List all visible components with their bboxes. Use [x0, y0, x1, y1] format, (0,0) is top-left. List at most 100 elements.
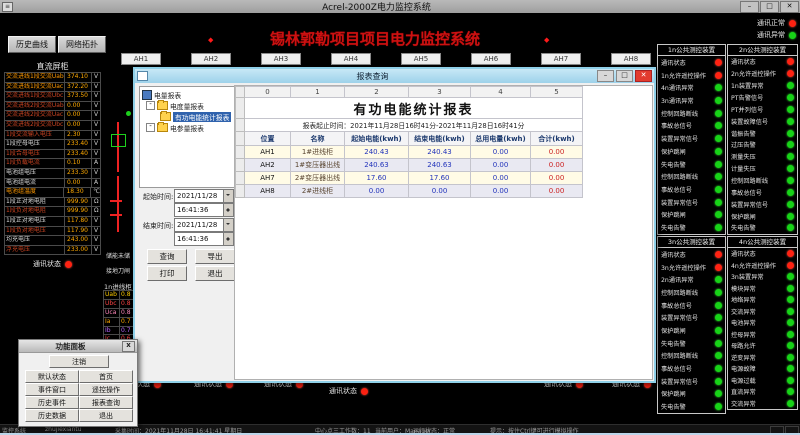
alarm-item[interactable]: 控制回路断线 [728, 175, 797, 187]
function-button-1[interactable]: 首页 [79, 370, 133, 383]
tree-expand-icon[interactable] [146, 101, 155, 110]
report-column-index[interactable]: 3 [409, 87, 471, 98]
alarm-item[interactable]: 通讯状态 [728, 248, 797, 260]
alarm-item[interactable]: 电源故障 [728, 363, 797, 375]
history-curve-button[interactable]: 历史曲线 [8, 36, 56, 53]
alarm-item[interactable]: 装置异常信号 [658, 375, 725, 388]
alarm-item[interactable]: 4n允许遥控操作 [728, 260, 797, 272]
function-button-5[interactable]: 报表查询 [79, 396, 133, 409]
alarm-item[interactable]: 通讯状态 [658, 248, 725, 261]
alarm-item[interactable]: 4n通讯异常 [658, 81, 725, 94]
alarm-item[interactable]: 通讯状态 [728, 56, 797, 68]
alarm-item[interactable]: 控母异常 [728, 329, 797, 341]
alarm-item[interactable]: 直流异常 [728, 386, 797, 398]
alarm-item[interactable]: PT告警信号 [728, 92, 797, 104]
alarm-item[interactable]: 控制回路断线 [658, 286, 725, 299]
function-panel-close-icon[interactable]: x [122, 341, 135, 352]
alarm-item[interactable]: 模块异常 [728, 283, 797, 295]
alarm-item[interactable]: 逆变异常 [728, 352, 797, 364]
report-data-row[interactable]: AH72#变压器出线17.6017.600.000.00 [236, 172, 583, 185]
alarm-item[interactable]: 3n装置异常 [728, 271, 797, 283]
alarm-item[interactable]: 控制回路断线 [658, 107, 725, 120]
alarm-item[interactable]: 地络异常 [728, 294, 797, 306]
alarm-item[interactable]: 3n允许遥控操作 [658, 261, 725, 274]
dropdown-arrow-icon[interactable] [223, 219, 233, 231]
alarm-item[interactable]: 保护跳闸 [658, 388, 725, 401]
alarm-item[interactable]: 保护跳闸 [658, 209, 725, 222]
spinner-arrows-icon[interactable] [223, 233, 233, 245]
alarm-item[interactable]: 失电告警 [728, 222, 797, 234]
report-column-index[interactable]: 2 [345, 87, 409, 98]
end-date-combo[interactable]: 2021/11/28 [174, 218, 234, 232]
alarm-item[interactable]: 失电告警 [658, 337, 725, 350]
alarm-item[interactable]: 保护跳闸 [658, 145, 725, 158]
alarm-item[interactable]: 过压告警 [728, 139, 797, 151]
tree-expand-icon[interactable] [146, 123, 155, 132]
window-menu-icon[interactable]: ≡ [2, 2, 13, 12]
alarm-item[interactable]: 3n通讯异常 [658, 94, 725, 107]
alarm-item[interactable]: 事故总信号 [658, 299, 725, 312]
query-button[interactable]: 查询 [147, 249, 187, 264]
alarm-item[interactable]: 交流异常 [728, 306, 797, 318]
alarm-item[interactable]: 失电告警 [658, 158, 725, 171]
spinner-arrows-icon[interactable] [223, 204, 233, 216]
function-button-3[interactable]: 遥控操作 [79, 383, 133, 396]
alarm-item[interactable]: 装置故障信号 [728, 115, 797, 127]
report-data-row[interactable]: AH82#进线柜0.000.000.000.00 [236, 185, 583, 198]
alarm-item[interactable]: 电池异常 [728, 317, 797, 329]
alarm-item[interactable]: 失电告警 [658, 221, 725, 234]
report-column-header[interactable]: 起始电能(kwh) [345, 132, 409, 146]
alarm-item[interactable]: 事故总信号 [658, 362, 725, 375]
alarm-item[interactable]: 测量失压 [728, 151, 797, 163]
alarm-item[interactable]: 母路允许 [728, 340, 797, 352]
alarm-item[interactable]: 控制回路断线 [658, 170, 725, 183]
dialog-minimize-button[interactable]: – [597, 70, 614, 82]
report-column-index[interactable]: 4 [471, 87, 531, 98]
print-button[interactable]: 打印 [147, 266, 187, 281]
alarm-item[interactable]: 控制回路断线 [658, 350, 725, 363]
tree-node-energy-reports[interactable]: 电度量报表 [140, 100, 235, 111]
alarm-item[interactable]: 装置异常信号 [658, 196, 725, 209]
report-column-header[interactable]: 结束电能(kwh) [409, 132, 471, 146]
export-button[interactable]: 导出 [195, 249, 235, 264]
dropdown-arrow-icon[interactable] [223, 190, 233, 202]
report-column-header[interactable]: 位置 [245, 132, 291, 146]
report-column-header[interactable]: 总用电量(kwh) [471, 132, 531, 146]
start-date-combo[interactable]: 2021/11/28 [174, 189, 234, 203]
window-maximize-button[interactable]: □ [760, 1, 779, 13]
function-button-0[interactable]: 默认状态 [25, 370, 79, 383]
report-data-row[interactable]: AH21#变压器出线240.63240.630.000.00 [236, 159, 583, 172]
alarm-item[interactable]: 装置异常信号 [658, 311, 725, 324]
window-minimize-button[interactable]: – [740, 1, 759, 13]
network-topology-button[interactable]: 网络拓扑 [58, 36, 106, 53]
report-column-header[interactable]: 合计(kwh) [531, 132, 583, 146]
tree-node-active-energy-report[interactable]: 有功电能统计报表 [140, 111, 235, 122]
alarm-item[interactable]: 事故总信号 [658, 120, 725, 133]
start-time-spinner[interactable]: 16:41:36 [174, 203, 234, 217]
dialog-maximize-button[interactable]: □ [616, 70, 633, 82]
report-column-header[interactable]: 名称 [291, 132, 345, 146]
alarm-item[interactable]: 保护跳闸 [658, 324, 725, 337]
alarm-item[interactable]: 交流异常 [728, 398, 797, 410]
end-time-spinner[interactable]: 16:41:36 [174, 232, 234, 246]
function-button-2[interactable]: 事件窗口 [25, 383, 79, 396]
alarm-item[interactable]: 失电告警 [658, 400, 725, 413]
window-close-button[interactable]: ✕ [780, 1, 799, 13]
alarm-item[interactable]: 2n允许遥控操作 [728, 68, 797, 80]
report-column-index[interactable]: 5 [531, 87, 583, 98]
report-column-index[interactable]: 0 [245, 87, 291, 98]
alarm-item[interactable]: 事故总信号 [728, 186, 797, 198]
alarm-item[interactable]: 计量失压 [728, 163, 797, 175]
alarm-item[interactable]: 1n装置异常 [728, 80, 797, 92]
alarm-item[interactable]: 装置异常信号 [658, 132, 725, 145]
alarm-item[interactable]: PT并列信号 [728, 103, 797, 115]
alarm-item[interactable]: 装置异常信号 [728, 198, 797, 210]
dialog-titlebar[interactable]: 报表查询 – □ ✕ [135, 69, 654, 83]
report-column-index[interactable]: 1 [291, 87, 345, 98]
tree-node-root[interactable]: 电量报表 [140, 89, 235, 100]
alarm-item[interactable]: 2n通讯异常 [658, 273, 725, 286]
tree-node-parameter-reports[interactable]: 电参量报表 [140, 122, 235, 133]
function-button-6[interactable]: 历史数据 [25, 409, 79, 422]
alarm-item[interactable]: 谐振告警 [728, 127, 797, 139]
alarm-item[interactable]: 电源过载 [728, 375, 797, 387]
